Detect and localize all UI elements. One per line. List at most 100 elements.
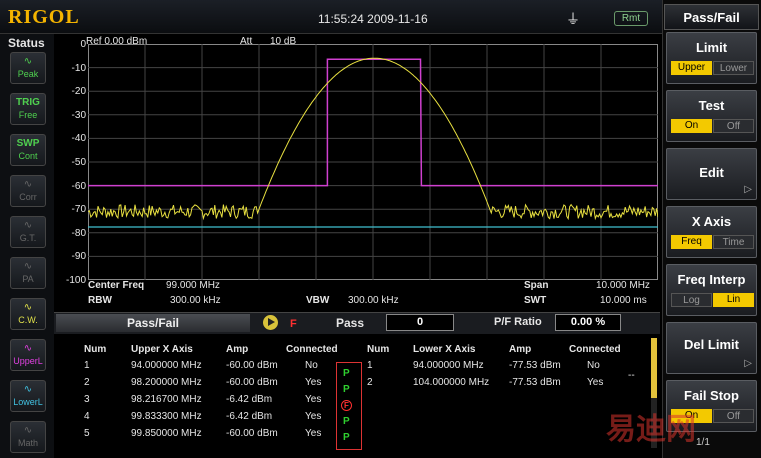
- span-value: 10.000 MHz: [596, 280, 650, 291]
- del-limit-softkey[interactable]: Del Limit ▷: [666, 322, 757, 374]
- upper-table-cell[interactable]: 98.216700 MHz: [131, 394, 202, 405]
- top-bar: RIGOL 11:55:24 2009-11-16 ⏚ Rmt: [0, 0, 662, 34]
- upper-table-cell[interactable]: Yes: [305, 394, 321, 405]
- corr-icon: ∿: [23, 179, 33, 190]
- vbw-value: 300.00 kHz: [348, 295, 399, 306]
- upper-limit-icon: ∿: [23, 343, 33, 354]
- status-button-4[interactable]: ∿ G.T.: [10, 216, 46, 248]
- status-button-label: LowerL: [13, 397, 43, 407]
- lower-table-cell[interactable]: -77.53 dBm: [509, 360, 561, 371]
- xaxis-time-option[interactable]: Time: [713, 235, 754, 249]
- status-button-label: Peak: [17, 69, 39, 79]
- y-tick-label: -80: [71, 227, 86, 239]
- watermark-logo: 易迪网: [606, 412, 696, 447]
- rbw-value: 300.00 kHz: [170, 295, 221, 306]
- y-tick-label: -40: [71, 133, 86, 145]
- lower-table-cell[interactable]: 94.000000 MHz: [413, 360, 484, 371]
- fail-mark: F: [341, 400, 352, 411]
- upper-table-cell[interactable]: 94.000000 MHz: [131, 360, 202, 371]
- rbw-label: RBW: [88, 295, 112, 306]
- upper-table-cell[interactable]: 99.850000 MHz: [131, 428, 202, 439]
- upper-table-cell[interactable]: Yes: [305, 428, 321, 439]
- swp-icon: SWP: [16, 138, 40, 149]
- status-button-label: Corr: [19, 192, 37, 202]
- upper-x-header: Upper X Axis: [131, 344, 193, 355]
- lower-table-cell[interactable]: 104.000000 MHz: [413, 377, 489, 388]
- upper-connected-header: Connected: [286, 344, 338, 355]
- limit-lower-option[interactable]: Lower: [713, 61, 754, 75]
- pass-mark: P: [343, 368, 350, 379]
- status-button-0[interactable]: ∿ Peak: [10, 52, 46, 84]
- limit-upper-option[interactable]: Upper: [671, 61, 712, 75]
- xaxis-softkey[interactable]: X Axis Freq Time: [666, 206, 757, 258]
- submenu-arrow-icon: ▷: [744, 358, 752, 369]
- clock: 11:55:24 2009-11-16: [318, 12, 428, 26]
- lower-table-cell[interactable]: 1: [367, 360, 373, 371]
- interp-lin-option[interactable]: Lin: [713, 293, 754, 307]
- status-button-9[interactable]: ∿ Math: [10, 421, 46, 453]
- y-tick-label: -100: [65, 275, 86, 286]
- status-button-8[interactable]: ∿ LowerL: [10, 380, 46, 412]
- play-icon[interactable]: [263, 315, 278, 330]
- swt-value: 10.000 ms: [600, 295, 647, 306]
- swt-label: SWT: [524, 295, 547, 306]
- upper-table-cell[interactable]: -60.00 dBm: [226, 360, 278, 371]
- y-tick-label: -90: [71, 251, 86, 263]
- y-tick-label: -30: [71, 109, 86, 121]
- interp-log-option[interactable]: Log: [671, 293, 712, 307]
- status-button-1[interactable]: TRIG Free: [10, 93, 46, 125]
- upper-table-cell[interactable]: Yes: [305, 411, 321, 422]
- y-tick-label: 0: [80, 39, 86, 50]
- edit-label: Edit: [699, 165, 724, 180]
- limit-softkey[interactable]: Limit Upper Lower: [666, 32, 757, 84]
- center-freq-label: Center Freq: [88, 280, 145, 291]
- status-button-label: Math: [17, 438, 38, 448]
- status-button-6[interactable]: ∿ C.W.: [10, 298, 46, 330]
- status-button-label: Free: [18, 110, 38, 120]
- upper-table-cell[interactable]: 5: [84, 428, 90, 439]
- edit-softkey[interactable]: Edit ▷: [666, 148, 757, 200]
- usb-icon: ⏚: [566, 11, 580, 27]
- upper-table-cell[interactable]: 2: [84, 377, 90, 388]
- upper-table-cell[interactable]: 98.200000 MHz: [131, 377, 202, 388]
- y-tick-label: -50: [71, 157, 86, 168]
- xaxis-freq-option[interactable]: Freq: [671, 235, 712, 249]
- upper-table-cell[interactable]: -60.00 dBm: [226, 377, 278, 388]
- status-button-5[interactable]: ∿ PA: [10, 257, 46, 289]
- status-button-7[interactable]: ∿ UpperL: [10, 339, 46, 371]
- xaxis-label: X Axis: [691, 214, 732, 229]
- upper-table-cell[interactable]: -6.42 dBm: [226, 394, 272, 405]
- test-off-option[interactable]: Off: [713, 119, 754, 133]
- upper-table-cell[interactable]: -60.00 dBm: [226, 428, 278, 439]
- lower-connected-header: Connected: [569, 344, 621, 355]
- test-softkey[interactable]: Test On Off: [666, 90, 757, 142]
- trig-icon: TRIG: [16, 97, 40, 108]
- status-button-label: C.W.: [18, 315, 38, 325]
- pass-count: 0: [386, 314, 454, 331]
- remote-indicator: Rmt: [614, 11, 648, 26]
- freq-interp-softkey[interactable]: Freq Interp Log Lin: [666, 264, 757, 316]
- upper-table-cell[interactable]: 1: [84, 360, 90, 371]
- upper-table-cell[interactable]: Yes: [305, 377, 321, 388]
- test-on-option[interactable]: On: [671, 119, 712, 133]
- tg-icon: ∿: [23, 220, 33, 231]
- upper-table-cell[interactable]: 4: [84, 411, 90, 422]
- lower-table-cell[interactable]: 2: [367, 377, 373, 388]
- upper-table-cell[interactable]: 99.833300 MHz: [131, 411, 202, 422]
- lower-dash: --: [628, 370, 635, 381]
- status-button-3[interactable]: ∿ Corr: [10, 175, 46, 207]
- lower-table-cell[interactable]: Yes: [587, 377, 603, 388]
- status-button-label: UpperL: [13, 356, 43, 366]
- scroll-thumb[interactable]: [651, 338, 657, 398]
- upper-table-cell[interactable]: 3: [84, 394, 90, 405]
- y-tick-label: -60: [71, 180, 86, 192]
- upper-num-header: Num: [84, 344, 107, 355]
- lower-amp-header: Amp: [509, 344, 532, 355]
- lower-table-cell[interactable]: No: [587, 360, 600, 371]
- upper-table-cell[interactable]: -6.42 dBm: [226, 411, 272, 422]
- y-tick-label: -20: [71, 86, 86, 98]
- y-tick-label: -10: [71, 62, 86, 74]
- lower-table-cell[interactable]: -77.53 dBm: [509, 377, 561, 388]
- upper-table-cell[interactable]: No: [305, 360, 318, 371]
- status-button-2[interactable]: SWP Cont: [10, 134, 46, 166]
